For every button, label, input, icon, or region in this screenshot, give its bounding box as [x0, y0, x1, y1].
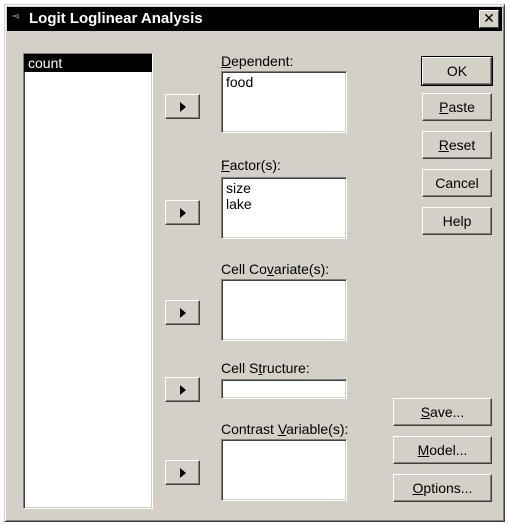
source-variable-list[interactable]: count [23, 53, 153, 509]
right-triangle-icon [180, 308, 186, 318]
cell-structure-value[interactable] [222, 380, 346, 382]
contrast-variables-box[interactable] [221, 439, 347, 501]
cancel-button[interactable]: Cancel [422, 169, 492, 197]
dialog-title: Logit Loglinear Analysis [29, 10, 203, 27]
close-button[interactable]: ✕ [479, 10, 499, 28]
cell-structure-field[interactable] [221, 379, 347, 399]
right-triangle-icon [180, 208, 186, 218]
dependent-box[interactable]: food [221, 71, 347, 133]
contrast-variables-label: Contrast Variable(s): [221, 421, 349, 437]
model-button[interactable]: Model... [393, 436, 492, 464]
right-triangle-icon [180, 385, 186, 395]
cell-covariates-label: Cell Covariate(s): [221, 261, 330, 277]
move-to-dependent-button[interactable] [165, 94, 200, 119]
cell-covariates-box[interactable] [221, 279, 347, 341]
reset-button[interactable]: Reset [422, 131, 492, 159]
cell-structure-label: Cell Structure: [221, 360, 310, 376]
factors-box[interactable]: size lake [221, 177, 347, 239]
dialog-icon: ⁼¹ [12, 13, 20, 24]
right-triangle-icon [180, 468, 186, 478]
dependent-label: Dependent: [221, 53, 294, 69]
factors-label: Factor(s): [221, 157, 281, 173]
move-to-factors-button[interactable] [165, 200, 200, 225]
save-button[interactable]: Save... [393, 398, 492, 426]
factor-item-lake[interactable]: lake [222, 196, 346, 212]
move-to-cell-structure-button[interactable] [165, 377, 200, 402]
paste-button[interactable]: Paste [422, 93, 492, 121]
options-button[interactable]: Options... [393, 474, 492, 502]
move-to-cell-covariates-button[interactable] [165, 300, 200, 325]
factor-item-size[interactable]: size [222, 178, 346, 196]
ok-button[interactable]: OK [421, 56, 493, 86]
logit-loglinear-dialog: ⁼¹ Logit Loglinear Analysis ✕ count Depe… [4, 4, 505, 522]
move-to-contrast-variables-button[interactable] [165, 460, 200, 485]
list-item-count[interactable]: count [24, 54, 152, 72]
help-button[interactable]: Help [422, 207, 492, 235]
dependent-value[interactable]: food [222, 72, 346, 90]
right-triangle-icon [180, 102, 186, 112]
title-bar[interactable]: ⁼¹ Logit Loglinear Analysis ✕ [7, 7, 502, 31]
